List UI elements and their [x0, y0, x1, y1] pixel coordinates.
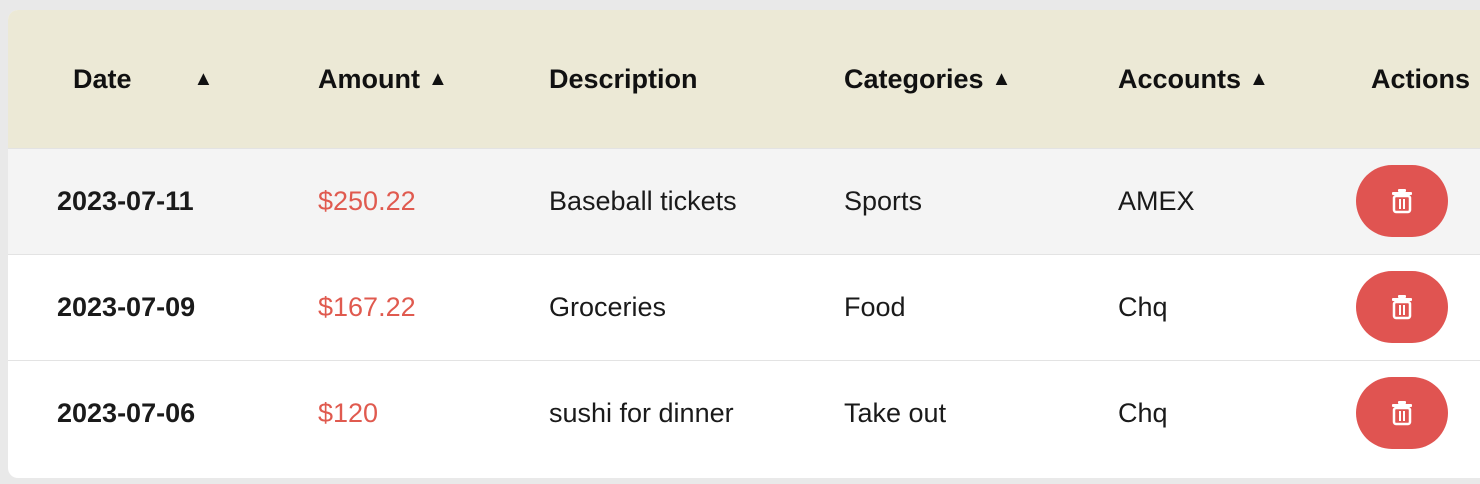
date-cell: 2023-07-11 [57, 186, 194, 216]
column-header-accounts[interactable]: Accounts ▲ [1118, 10, 1269, 148]
column-header-label: Date [73, 63, 132, 94]
category-cell: Sports [844, 186, 923, 216]
description-cell: Baseball tickets [549, 186, 737, 216]
account-cell: Chq [1118, 398, 1168, 428]
table-row: 2023-07-06 $120 sushi for dinner Take ou… [8, 360, 1480, 466]
amount-cell: $167.22 [318, 292, 416, 322]
column-header-categories[interactable]: Categories ▲ [844, 10, 1011, 148]
column-header-label: Accounts [1118, 63, 1242, 94]
column-header-label: Description [549, 63, 698, 94]
delete-button[interactable] [1356, 271, 1448, 343]
column-header-description: Description [549, 10, 698, 148]
sort-ascending-icon[interactable]: ▲ [1249, 68, 1269, 91]
date-cell: 2023-07-09 [57, 292, 196, 322]
trash-icon [1392, 295, 1412, 320]
column-header-actions: Actions [1371, 10, 1470, 148]
transactions-table: Date ▲ Amount ▲ Description Categories ▲… [8, 10, 1480, 478]
sort-ascending-icon[interactable]: ▲ [194, 68, 214, 91]
description-cell: Groceries [549, 292, 667, 322]
column-header-amount[interactable]: Amount ▲ [318, 10, 448, 148]
table-row: 2023-07-09 $167.22 Groceries Food Chq [8, 254, 1480, 360]
amount-cell: $250.22 [318, 186, 416, 216]
category-cell: Take out [844, 398, 947, 428]
description-cell: sushi for dinner [549, 398, 734, 428]
amount-cell: $120 [318, 398, 379, 428]
column-header-label: Actions [1371, 63, 1471, 94]
table-header: Date ▲ Amount ▲ Description Categories ▲… [8, 10, 1480, 148]
trash-icon [1392, 401, 1412, 426]
account-cell: Chq [1118, 292, 1168, 322]
sort-ascending-icon[interactable]: ▲ [428, 68, 448, 91]
column-header-label: Categories [844, 63, 984, 94]
column-header-label: Amount [318, 63, 420, 94]
date-cell: 2023-07-06 [57, 398, 196, 428]
column-header-date[interactable]: Date ▲ [73, 10, 213, 148]
delete-button[interactable] [1356, 165, 1448, 237]
sort-ascending-icon[interactable]: ▲ [992, 68, 1012, 91]
delete-button[interactable] [1356, 377, 1448, 449]
trash-icon [1392, 189, 1412, 214]
account-cell: AMEX [1118, 186, 1195, 216]
table-row: 2023-07-11 $250.22 Baseball tickets Spor… [8, 148, 1480, 254]
category-cell: Food [844, 292, 906, 322]
